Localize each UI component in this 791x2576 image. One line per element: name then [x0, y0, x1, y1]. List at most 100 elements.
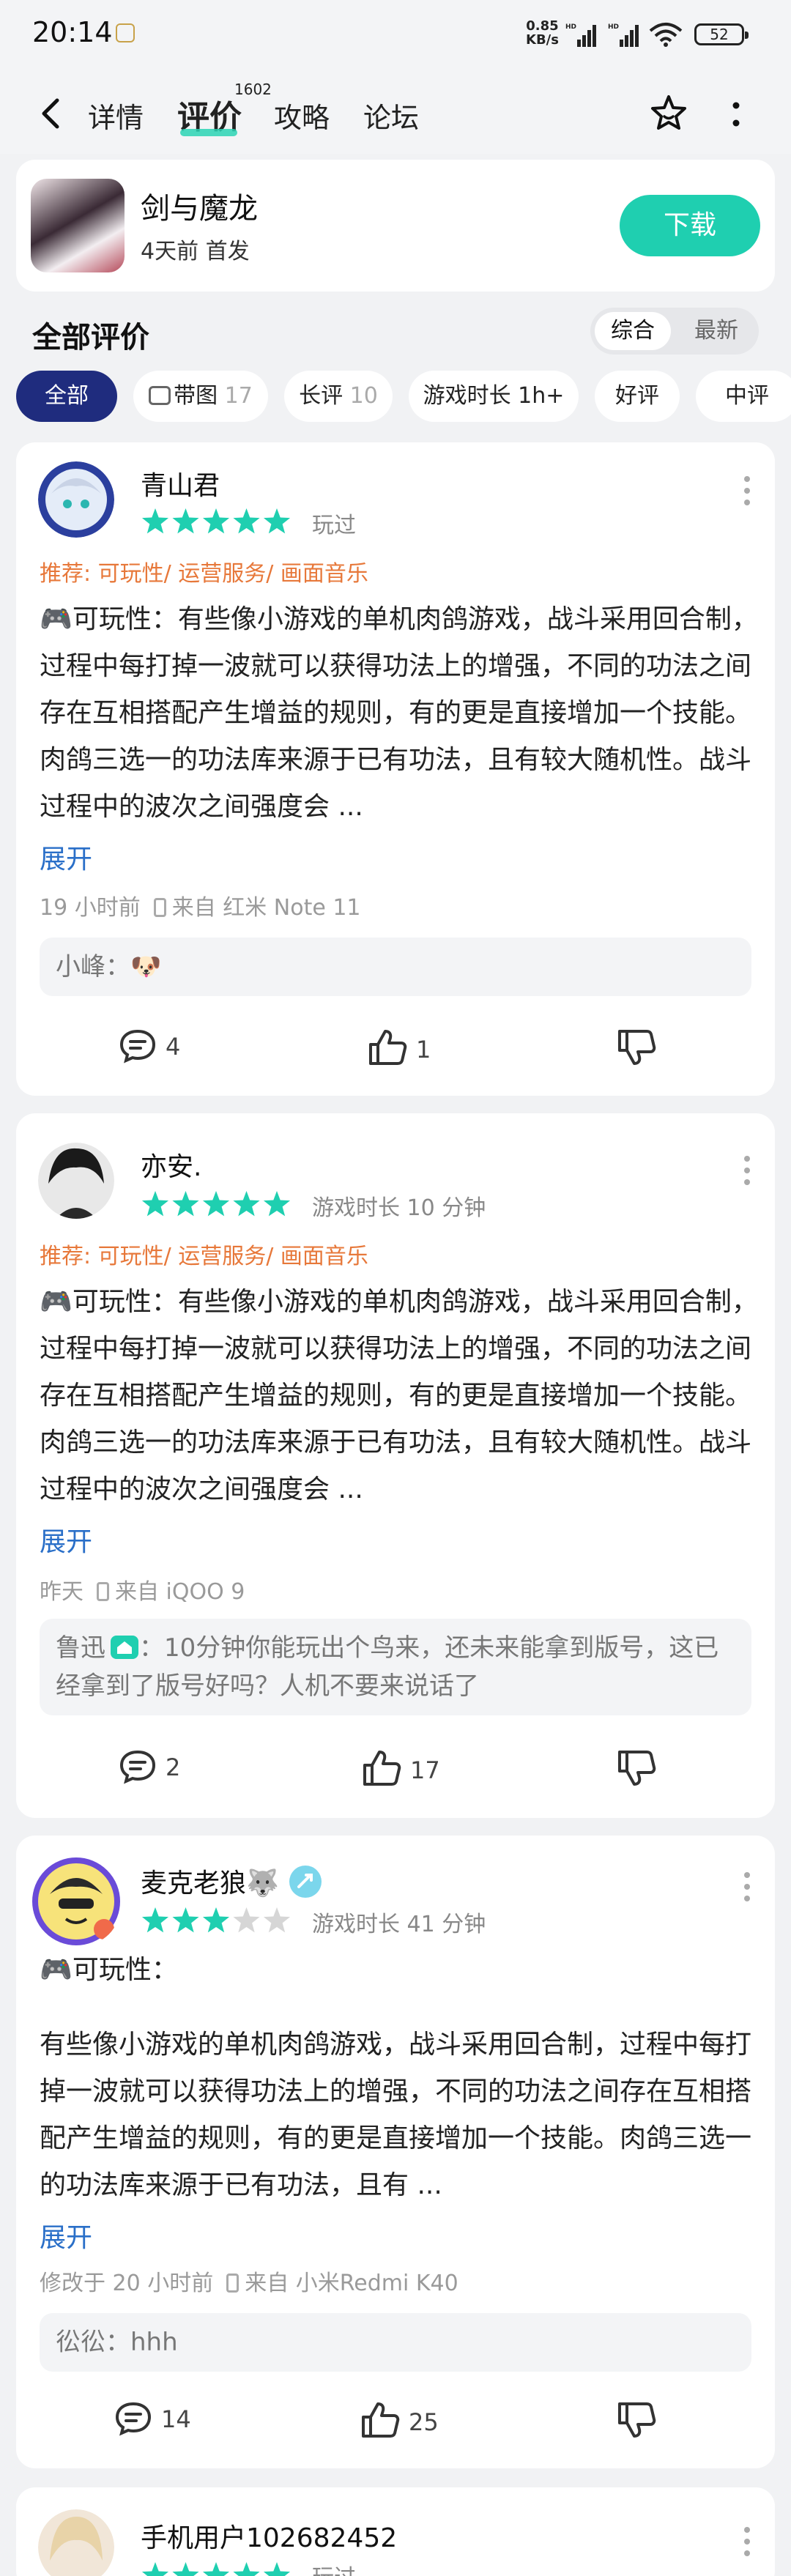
filter-with-images[interactable]: 带图 17 — [133, 371, 268, 422]
dislike-button[interactable] — [617, 2401, 665, 2439]
phone-icon — [153, 898, 166, 917]
thumbs-down-icon — [618, 1751, 656, 1786]
filter-chips: 全部 带图 17 长评 10 游戏时长 1h+ 好评 中评 — [0, 371, 791, 425]
review-time: 昨天 — [40, 1579, 83, 1605]
reply-box[interactable]: 鲁迅 ：10分钟你能玩出个鸟来，还未来能拿到版号，这已经拿到了版号好吗？人机不要来… — [40, 1619, 751, 1715]
thumbs-up-icon — [369, 1030, 407, 1065]
app-name: 剑与魔龙 — [141, 192, 258, 226]
rating-stars — [141, 1191, 291, 1217]
review-meta: 游戏时长 10 分钟 — [312, 1195, 486, 1221]
star-filled-icon — [172, 1191, 199, 1217]
reply-text: 彸彸：hhh — [56, 2328, 178, 2357]
favorite-star-icon[interactable] — [647, 92, 690, 135]
expand-link[interactable]: 展开 — [40, 2216, 92, 2254]
avatar[interactable] — [38, 1143, 114, 1219]
tab-details[interactable]: 详情 — [88, 95, 144, 136]
filter-positive[interactable]: 好评 — [595, 371, 680, 422]
star-filled-icon — [141, 508, 169, 534]
network-speed: 0.85 KB/s — [526, 18, 559, 48]
review-footer: 昨天 来自 iQOO 9 — [40, 1573, 245, 1606]
filter-all[interactable]: 全部 — [16, 371, 117, 422]
star-filled-icon — [141, 1191, 169, 1217]
svg-text:HD: HD — [565, 23, 576, 31]
verified-badge-icon — [289, 1866, 322, 1898]
star-filled-icon — [202, 1191, 230, 1217]
review-card[interactable]: 麦克老狼🐺 游戏时长 41 分钟 🎮可玩性： 有些像小游戏的单机肉鸽游戏，战斗采… — [16, 1836, 775, 2468]
review-footer: 19 小时前 来自 红米 Note 11 — [40, 889, 361, 921]
comment-button[interactable]: 4 — [119, 1028, 180, 1064]
wifi-icon — [649, 23, 683, 47]
nav-bar: 详情 评价 1602 攻略 论坛 — [0, 73, 791, 154]
review-device: 来自 红米 Note 11 — [171, 895, 361, 921]
filter-neutral[interactable]: 中评 — [696, 371, 791, 422]
app-release: 4天前 首发 — [141, 239, 250, 264]
review-card[interactable]: 亦安. 游戏时长 10 分钟 推荐: 可玩性/ 运营服务/ 画面音乐 🎮可玩性：… — [16, 1113, 775, 1818]
avatar[interactable] — [32, 1857, 120, 1945]
dislike-button[interactable] — [617, 1749, 665, 1787]
star-filled-icon — [263, 1191, 291, 1217]
dislike-button[interactable] — [617, 1028, 665, 1066]
image-icon — [149, 386, 171, 405]
review-tags: 推荐: 可玩性/ 运营服务/ 画面音乐 — [40, 561, 368, 587]
review-more-icon[interactable] — [743, 1154, 751, 1187]
review-device: 来自 小米Redmi K40 — [245, 2271, 458, 2296]
comment-icon — [119, 1029, 156, 1064]
tab-guides[interactable]: 攻略 — [274, 95, 330, 136]
sort-toggle: 综合 最新 — [590, 308, 759, 355]
reply-box[interactable]: 小峰：🐶 — [40, 938, 751, 996]
review-card[interactable]: 青山君 玩过 推荐: 可玩性/ 运营服务/ 画面音乐 🎮可玩性：有些像小游戏的单… — [16, 442, 775, 1096]
star-filled-icon — [172, 508, 199, 534]
review-username[interactable]: 麦克老狼🐺 — [141, 1862, 279, 1900]
like-button[interactable]: 25 — [360, 2401, 439, 2439]
review-footer: 修改于 20 小时前 来自 小米Redmi K40 — [40, 2265, 458, 2297]
filter-long-reviews[interactable]: 长评 10 — [284, 371, 393, 422]
tab-indicator — [180, 129, 237, 136]
expand-link[interactable]: 展开 — [40, 838, 92, 876]
sort-latest[interactable]: 最新 — [678, 312, 754, 350]
review-username[interactable]: 青山君 — [141, 464, 220, 502]
comment-icon — [119, 1750, 156, 1784]
comment-icon — [115, 2402, 152, 2436]
review-body[interactable]: 🎮可玩性：有些像小游戏的单机肉鸽游戏，战斗采用回合制，过程中每打掉一波就可以获得… — [40, 1279, 765, 1513]
more-options-icon[interactable] — [725, 98, 747, 130]
review-more-icon[interactable] — [743, 475, 751, 507]
star-filled-icon — [172, 2562, 199, 2576]
thumbs-down-icon — [618, 2402, 656, 2438]
review-intro: 🎮可玩性： — [40, 1955, 178, 1985]
star-filled-icon — [233, 1191, 260, 1217]
filter-playtime[interactable]: 游戏时长 1h+ — [409, 371, 579, 422]
like-button[interactable]: 1 — [368, 1028, 431, 1066]
download-button[interactable]: 下载 — [620, 195, 760, 256]
review-time: 19 小时前 — [40, 895, 141, 921]
comment-button[interactable]: 14 — [114, 2401, 191, 2436]
review-username[interactable]: 手机用户102682452 — [141, 2517, 397, 2555]
review-meta: 玩过 — [312, 2559, 356, 2576]
star-empty-icon — [233, 1907, 260, 1933]
review-tags: 推荐: 可玩性/ 运营服务/ 画面音乐 — [40, 1244, 368, 1269]
expand-link[interactable]: 展开 — [40, 1521, 92, 1559]
review-more-icon[interactable] — [743, 1871, 751, 1903]
app-card[interactable]: 剑与魔龙 4天前 首发 下载 — [16, 160, 775, 292]
developer-badge-icon — [111, 1636, 138, 1659]
reply-text: 小峰：🐶 — [56, 952, 162, 981]
review-card[interactable]: 手机用户102682452 玩过 — [16, 2487, 775, 2576]
tab-forum[interactable]: 论坛 — [363, 95, 419, 136]
sort-comprehensive[interactable]: 综合 — [595, 312, 671, 350]
review-more-icon[interactable] — [743, 2525, 751, 2558]
review-body[interactable]: 🎮可玩性：有些像小游戏的单机肉鸽游戏，战斗采用回合制，过程中每打掉一波就可以获得… — [40, 596, 765, 831]
svg-text:HD: HD — [608, 23, 619, 31]
review-body[interactable]: 有些像小游戏的单机肉鸽游戏，战斗采用回合制，过程中每打掉一波就可以获得功法上的增… — [40, 2022, 765, 2209]
phone-icon — [97, 1582, 109, 1601]
comment-button[interactable]: 2 — [119, 1749, 180, 1784]
avatar[interactable] — [38, 461, 114, 538]
star-filled-icon — [202, 508, 230, 534]
star-filled-icon — [263, 2562, 291, 2576]
review-username[interactable]: 亦安. — [141, 1146, 201, 1184]
back-icon[interactable] — [37, 97, 66, 130]
section-title: 全部评价 — [32, 321, 149, 355]
avatar[interactable] — [38, 2509, 114, 2576]
rating-stars — [141, 508, 291, 534]
like-button[interactable]: 17 — [362, 1749, 440, 1787]
status-bar: 20:14 0.85 KB/s HD HD 52 — [0, 0, 791, 73]
reply-box[interactable]: 彸彸：hhh — [40, 2313, 751, 2372]
